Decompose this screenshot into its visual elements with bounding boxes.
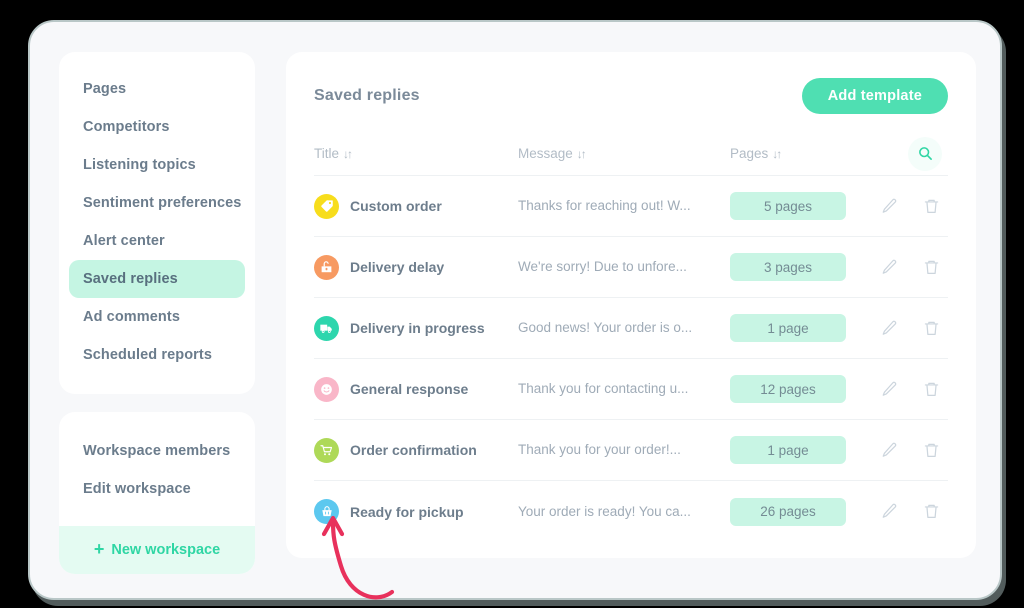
edit-button[interactable]: [878, 501, 900, 523]
row-title: Delivery in progress: [350, 320, 485, 336]
tag-icon: [314, 193, 339, 219]
sidebar-item-alert-center[interactable]: Alert center: [69, 222, 245, 260]
table-row[interactable]: General response Thank you for contactin…: [314, 359, 948, 420]
sidebar-item-competitors[interactable]: Competitors: [69, 108, 245, 146]
table-row[interactable]: Delivery in progress Good news! Your ord…: [314, 298, 948, 359]
pencil-icon: [882, 320, 896, 335]
row-title: Delivery delay: [350, 259, 445, 275]
smiley-icon: [314, 376, 339, 402]
sidebar-item-sentiment-preferences[interactable]: Sentiment preferences: [69, 184, 245, 222]
truck-icon: [314, 315, 339, 341]
plus-icon: +: [93, 539, 105, 559]
saved-replies-table: Title ↓↑ Message ↓↑ Pages ↓↑ Custom orde…: [314, 132, 948, 542]
table-row[interactable]: Order confirmation Thank you for your or…: [314, 420, 948, 481]
column-header-title[interactable]: Title ↓↑: [314, 146, 353, 161]
trash-icon: [924, 443, 938, 457]
pencil-icon: [882, 198, 896, 213]
add-template-button[interactable]: Add template: [801, 78, 948, 114]
sidebar: Pages Competitors Listening topics Senti…: [59, 52, 255, 574]
delete-button[interactable]: [920, 195, 942, 217]
app-window: Pages Competitors Listening topics Senti…: [28, 20, 1002, 600]
table-header-row: Title ↓↑ Message ↓↑ Pages ↓↑: [314, 132, 948, 176]
shopping-cart-icon: [314, 437, 339, 463]
column-header-pages-label: Pages: [730, 146, 769, 161]
open-box-icon: [314, 254, 339, 280]
row-title: General response: [350, 381, 469, 397]
trash-icon: [924, 382, 938, 396]
pages-badge: 12 pages: [730, 375, 846, 403]
sidebar-workspace-card: Workspace members Edit workspace + New w…: [59, 412, 255, 574]
sidebar-item-label: Competitors: [83, 119, 170, 135]
sidebar-item-label: Listening topics: [83, 157, 196, 173]
column-header-pages[interactable]: Pages ↓↑: [730, 146, 782, 161]
row-message: Good news! Your order is o...: [518, 320, 693, 335]
delete-button[interactable]: [920, 256, 942, 278]
panel-header: Saved replies Add template: [314, 74, 948, 118]
saved-replies-panel: Saved replies Add template Title ↓↑ Mess…: [286, 52, 976, 558]
sidebar-item-label: Workspace members: [83, 443, 231, 459]
trash-icon: [924, 199, 938, 213]
column-header-title-label: Title: [314, 146, 340, 161]
table-row[interactable]: Ready for pickup Your order is ready! Yo…: [314, 481, 948, 542]
sidebar-item-label: Scheduled reports: [83, 347, 213, 363]
sidebar-item-workspace-members[interactable]: Workspace members: [69, 432, 245, 470]
new-workspace-label: New workspace: [111, 542, 221, 558]
pages-badge: 1 page: [730, 314, 846, 342]
sort-icon: ↓↑: [343, 146, 353, 161]
row-message: We're sorry! Due to unfore...: [518, 259, 687, 274]
edit-button[interactable]: [878, 378, 900, 400]
sidebar-item-saved-replies[interactable]: Saved replies: [69, 260, 245, 298]
edit-button[interactable]: [878, 439, 900, 461]
trash-icon: [924, 260, 938, 274]
pages-badge: 3 pages: [730, 253, 846, 281]
pages-badge: 1 page: [730, 436, 846, 464]
sidebar-nav-card: Pages Competitors Listening topics Senti…: [59, 52, 255, 394]
edit-button[interactable]: [878, 317, 900, 339]
delete-button[interactable]: [920, 317, 942, 339]
delete-button[interactable]: [920, 378, 942, 400]
sidebar-item-pages[interactable]: Pages: [69, 70, 245, 108]
sidebar-item-label: Saved replies: [83, 271, 178, 287]
row-message: Thank you for your order!...: [518, 442, 681, 457]
row-title: Custom order: [350, 198, 442, 214]
row-message: Thank you for contacting u...: [518, 381, 689, 396]
row-message: Thanks for reaching out! W...: [518, 198, 691, 213]
sort-icon: ↓↑: [772, 146, 782, 161]
sidebar-item-label: Ad comments: [83, 309, 180, 325]
pages-badge: 26 pages: [730, 497, 846, 526]
search-button[interactable]: [908, 136, 942, 171]
sidebar-item-listening-topics[interactable]: Listening topics: [69, 146, 245, 184]
sidebar-item-edit-workspace[interactable]: Edit workspace: [69, 470, 245, 508]
edit-button[interactable]: [878, 256, 900, 278]
sidebar-item-label: Sentiment preferences: [83, 195, 242, 211]
sidebar-item-label: Alert center: [83, 233, 165, 249]
pages-badge: 5 pages: [730, 192, 846, 220]
new-workspace-button[interactable]: + New workspace: [59, 526, 255, 574]
pencil-icon: [882, 381, 896, 396]
sidebar-item-label: Edit workspace: [83, 481, 191, 497]
delete-button[interactable]: [920, 501, 942, 523]
table-row[interactable]: Delivery delay We're sorry! Due to unfor…: [314, 237, 948, 298]
column-header-message[interactable]: Message ↓↑: [518, 146, 730, 161]
delete-button[interactable]: [920, 439, 942, 461]
row-title: Ready for pickup: [350, 503, 464, 520]
pencil-icon: [882, 503, 896, 518]
sidebar-item-scheduled-reports[interactable]: Scheduled reports: [69, 336, 245, 374]
row-title: Order confirmation: [350, 442, 477, 458]
sidebar-item-ad-comments[interactable]: Ad comments: [69, 298, 245, 336]
row-message: Your order is ready! You ca...: [518, 503, 691, 519]
trash-icon: [924, 504, 938, 519]
edit-button[interactable]: [878, 195, 900, 217]
pencil-icon: [882, 442, 896, 457]
shopping-basket-icon: [314, 499, 339, 524]
column-header-message-label: Message: [518, 146, 573, 161]
table-row[interactable]: Custom order Thanks for reaching out! W.…: [314, 176, 948, 237]
pencil-icon: [882, 259, 896, 274]
page-title: Saved replies: [314, 87, 420, 104]
sidebar-item-label: Pages: [83, 81, 127, 97]
trash-icon: [924, 321, 938, 335]
search-icon: [918, 147, 932, 160]
sort-icon: ↓↑: [576, 146, 587, 161]
